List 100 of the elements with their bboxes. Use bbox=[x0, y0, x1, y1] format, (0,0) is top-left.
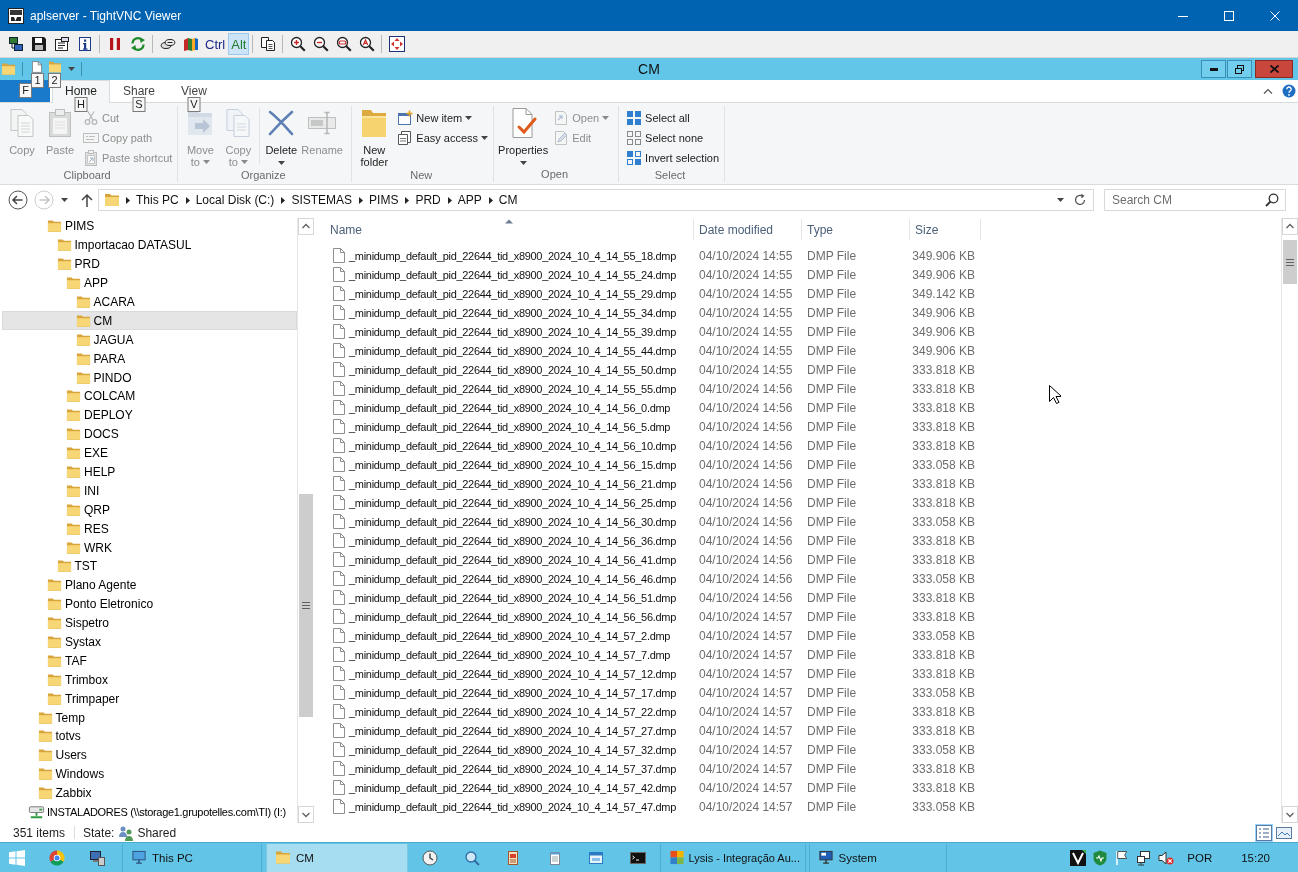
info-icon[interactable] bbox=[76, 36, 93, 52]
close-button[interactable] bbox=[1255, 60, 1293, 78]
colored-blocks-icon[interactable] bbox=[182, 36, 199, 52]
zoom-in-icon[interactable] bbox=[289, 36, 306, 52]
taskbar-button[interactable]: System bbox=[808, 843, 947, 872]
tree-item[interactable]: DEPLOY bbox=[2, 405, 297, 425]
restore-button[interactable] bbox=[1227, 60, 1252, 78]
minimize-button[interactable] bbox=[1201, 60, 1226, 78]
invert-selection-button[interactable]: Invert selection bbox=[624, 148, 722, 168]
breadcrumb[interactable]: This PC bbox=[135, 193, 180, 207]
copy-icon[interactable] bbox=[259, 36, 276, 52]
breadcrumb[interactable]: Local Disk (C:) bbox=[194, 193, 276, 207]
tree-item[interactable]: PIMS bbox=[2, 217, 297, 236]
tree-item[interactable]: APP bbox=[2, 273, 297, 293]
tree-item[interactable]: Trimbox bbox=[2, 670, 297, 690]
tree-item[interactable]: RES bbox=[2, 519, 297, 539]
zoom-out-icon[interactable] bbox=[312, 36, 329, 52]
chevron-right-icon[interactable] bbox=[185, 196, 190, 204]
tree-item[interactable]: Sispetro bbox=[2, 613, 297, 633]
tree-item[interactable]: Plano Agente bbox=[2, 575, 297, 595]
help-icon[interactable] bbox=[1282, 84, 1296, 98]
network-icon[interactable] bbox=[1136, 849, 1153, 866]
chevron-right-icon[interactable] bbox=[281, 196, 286, 204]
taskbar-button[interactable]: CM bbox=[266, 843, 408, 872]
breadcrumb[interactable]: SISTEMAS bbox=[290, 193, 354, 207]
chevron-right-icon[interactable] bbox=[126, 196, 130, 204]
scrollbar[interactable] bbox=[1281, 218, 1298, 823]
scrollbar-thumb[interactable] bbox=[1283, 240, 1297, 284]
tree-item[interactable]: INI bbox=[2, 481, 297, 501]
ovals-icon[interactable] bbox=[159, 36, 176, 52]
up-arrow-icon[interactable] bbox=[81, 193, 93, 207]
tree-item[interactable]: Users bbox=[2, 745, 297, 765]
tree-item[interactable]: Ponto Eletronico bbox=[2, 594, 297, 614]
tree-item[interactable]: PARA bbox=[2, 349, 297, 369]
select-all-button[interactable]: Select all bbox=[624, 108, 722, 128]
tree-item[interactable]: Systax bbox=[2, 632, 297, 652]
select-none-button[interactable]: Select none bbox=[624, 128, 722, 148]
zoom-fit-icon[interactable] bbox=[358, 36, 375, 52]
zoom-actual-icon[interactable] bbox=[335, 36, 352, 52]
scrollbar-thumb[interactable] bbox=[299, 494, 313, 717]
tree-item[interactable]: TAF bbox=[2, 651, 297, 671]
tree-item[interactable]: Temp bbox=[2, 708, 297, 728]
tree-item[interactable]: TST bbox=[2, 557, 297, 576]
search-input[interactable]: Search CM bbox=[1112, 191, 1265, 209]
caret-icon[interactable] bbox=[68, 67, 75, 71]
clock-icon[interactable] bbox=[422, 849, 438, 866]
computers-icon[interactable] bbox=[7, 36, 24, 52]
caret-icon[interactable] bbox=[61, 198, 68, 202]
tree-item[interactable]: WRK bbox=[2, 538, 297, 558]
chevron-right-icon[interactable] bbox=[488, 196, 493, 204]
window-icon[interactable] bbox=[588, 849, 604, 866]
tree-item[interactable]: totvs bbox=[2, 727, 297, 746]
terminal-icon[interactable] bbox=[629, 849, 646, 866]
tree-item[interactable]: COLCAM bbox=[2, 387, 297, 406]
delete-button[interactable]: Delete bbox=[262, 106, 301, 165]
easy-access-button[interactable]: Easy access bbox=[395, 128, 491, 148]
breadcrumb[interactable]: APP bbox=[456, 193, 483, 207]
search-icon[interactable] bbox=[1265, 193, 1279, 207]
tree-item[interactable]: Windows bbox=[2, 764, 297, 784]
tree-item[interactable]: Zabbix bbox=[2, 783, 297, 803]
details-view-button[interactable] bbox=[1255, 823, 1273, 842]
chevron-right-icon[interactable] bbox=[447, 196, 452, 204]
tree-item[interactable]: EXE bbox=[2, 443, 297, 463]
tree-item[interactable]: PINDO bbox=[2, 368, 297, 387]
new-folder-button[interactable]: New folder bbox=[355, 106, 394, 168]
properties-button[interactable]: Properties bbox=[497, 106, 550, 165]
taskbar-button[interactable]: This PC bbox=[122, 843, 262, 872]
language-indicator[interactable]: POR bbox=[1187, 851, 1213, 864]
tree-item[interactable]: QRP bbox=[2, 500, 297, 520]
chevron-right-icon[interactable] bbox=[405, 196, 410, 204]
tree-item[interactable]: DOCS bbox=[2, 424, 297, 444]
new-item-button[interactable]: New item bbox=[395, 108, 491, 128]
page-icon[interactable] bbox=[32, 61, 42, 73]
caret-icon[interactable] bbox=[1057, 198, 1064, 202]
fullscreen-icon[interactable] bbox=[388, 36, 405, 52]
tree-item[interactable]: JAGUA bbox=[2, 330, 297, 350]
document-icon[interactable] bbox=[53, 36, 70, 52]
start-icon[interactable] bbox=[9, 849, 25, 866]
tree-item[interactable]: Trimpaper bbox=[2, 689, 297, 709]
tree-item[interactable]: INSTALADORES (\\storage1.grupotelles.com\TI) (I:) bbox=[2, 802, 297, 822]
color-wheel-icon[interactable] bbox=[49, 849, 65, 866]
refresh-icon[interactable] bbox=[129, 36, 146, 52]
clock-time[interactable]: 15:20 bbox=[1241, 851, 1270, 864]
scrollbar[interactable] bbox=[297, 218, 314, 823]
tree-item[interactable]: ACARA bbox=[2, 292, 297, 312]
v-mark-icon[interactable] bbox=[1070, 849, 1087, 866]
key-button[interactable]: Ctrl bbox=[202, 33, 229, 55]
column-header[interactable]: Size bbox=[910, 219, 981, 240]
chevron-right-icon[interactable] bbox=[359, 196, 364, 204]
key-button[interactable]: Alt bbox=[228, 33, 250, 55]
speaker-muted-icon[interactable] bbox=[1158, 849, 1175, 866]
taskbar-button[interactable]: Lysis - Integração Au... bbox=[659, 843, 806, 872]
computer-network-icon[interactable] bbox=[89, 849, 105, 866]
column-header[interactable]: Date modified bbox=[694, 219, 802, 240]
address-bar[interactable]: This PC Local Disk (C:) SISTEMAS PIMS PRD APP CM bbox=[98, 189, 1094, 211]
tree-item[interactable]: HELP bbox=[2, 462, 297, 482]
shield-icon[interactable] bbox=[1092, 849, 1109, 866]
refresh-icon[interactable] bbox=[1073, 193, 1087, 207]
breadcrumb[interactable]: CM bbox=[497, 193, 519, 207]
column-header[interactable]: Type bbox=[802, 219, 910, 240]
